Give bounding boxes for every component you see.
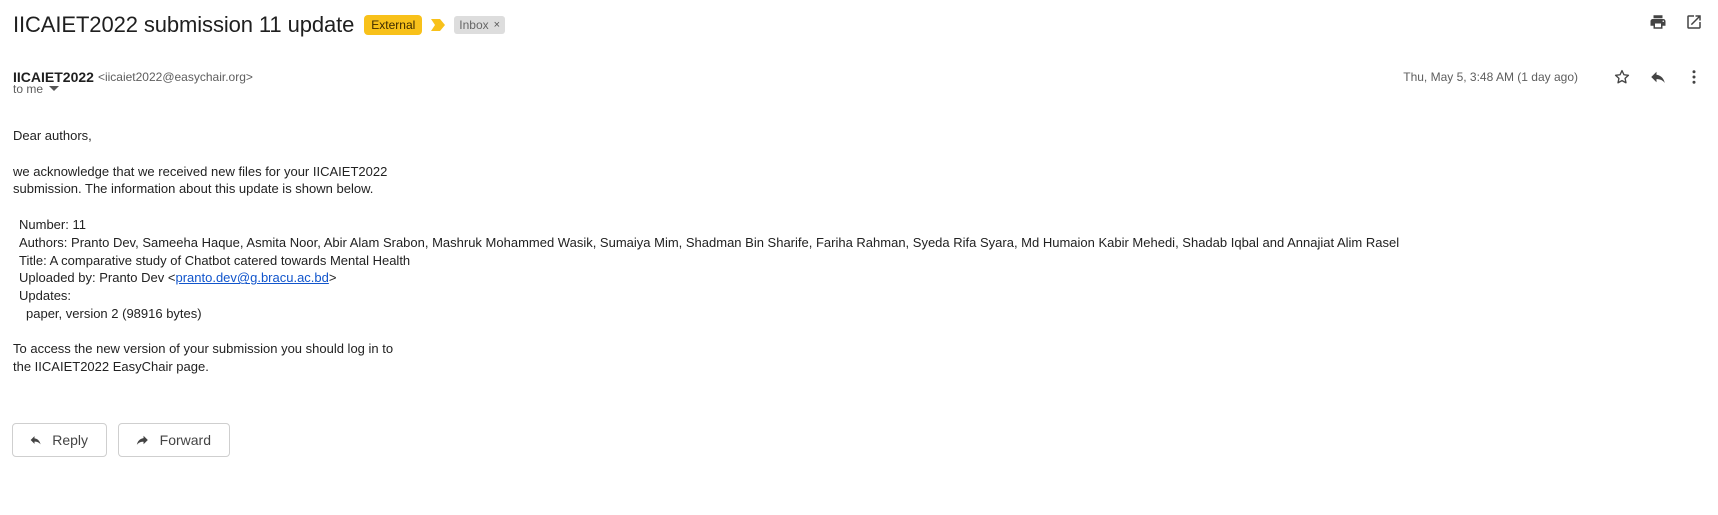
reply-label: Reply: [52, 432, 88, 448]
inbox-label: Inbox: [459, 18, 489, 32]
reply-icon[interactable]: [1648, 67, 1668, 87]
uploaded-prefix: Uploaded by: Pranto Dev <: [19, 270, 176, 286]
reply-button[interactable]: Reply: [12, 423, 107, 457]
open-in-new-window-icon[interactable]: [1684, 12, 1704, 32]
ack-line: we acknowledge that we received new file…: [13, 163, 388, 179]
access-line: the IICAIET2022 EasyChair page.: [13, 359, 209, 375]
forward-icon: [136, 435, 148, 445]
submission-authors: Authors: Pranto Dev, Sameeha Haque, Asmi…: [19, 234, 1400, 250]
reply-icon: [30, 436, 41, 445]
remove-label-icon[interactable]: ×: [494, 19, 500, 31]
submission-number: Number: 11: [19, 217, 86, 233]
sender-row: IICAIET2022 <iicaiet2022@easychair.org> …: [13, 67, 1704, 87]
greeting: Dear authors,: [13, 128, 92, 143]
ack-line: submission. The information about this u…: [13, 181, 374, 197]
forward-button[interactable]: Forward: [118, 423, 230, 457]
subject-row: IICAIET2022 submission 11 update Externa…: [13, 9, 1718, 41]
print-icon[interactable]: [1648, 12, 1668, 32]
uploader-email-link[interactable]: pranto.dev@g.bracu.ac.bd: [175, 270, 328, 285]
message-body: Dear authors, we acknowledge that we rec…: [13, 127, 1613, 376]
reply-actions: Reply Forward: [12, 423, 230, 457]
updates-heading: Updates:: [19, 287, 72, 303]
top-actions: [1648, 12, 1704, 32]
recipients-label: to me: [13, 82, 44, 96]
message-date: Thu, May 5, 3:48 AM (1 day ago): [1403, 70, 1578, 84]
message-actions: Thu, May 5, 3:48 AM (1 day ago): [1403, 67, 1704, 87]
recipients-toggle[interactable]: to me: [13, 82, 60, 96]
sender-email: <iicaiet2022@easychair.org>: [97, 70, 253, 84]
external-badge: External: [364, 15, 423, 35]
submission-title: Title: A comparative study of Chatbot ca…: [19, 252, 411, 268]
star-icon[interactable]: [1612, 67, 1632, 87]
access-line: To access the new version of your submis…: [13, 341, 394, 357]
update-item: paper, version 2 (98916 bytes): [26, 305, 202, 321]
email-subject: IICAIET2022 submission 11 update: [13, 12, 355, 37]
uploaded-by: Uploaded by: Pranto Dev <pranto.dev@g.br…: [13, 269, 1613, 287]
inbox-label-chip: Inbox ×: [454, 16, 506, 34]
caret-down-icon: [49, 86, 60, 91]
more-vert-icon[interactable]: [1684, 67, 1704, 87]
importance-marker-icon[interactable]: [431, 18, 447, 32]
uploaded-suffix: >: [328, 270, 337, 286]
forward-label: Forward: [159, 432, 211, 448]
